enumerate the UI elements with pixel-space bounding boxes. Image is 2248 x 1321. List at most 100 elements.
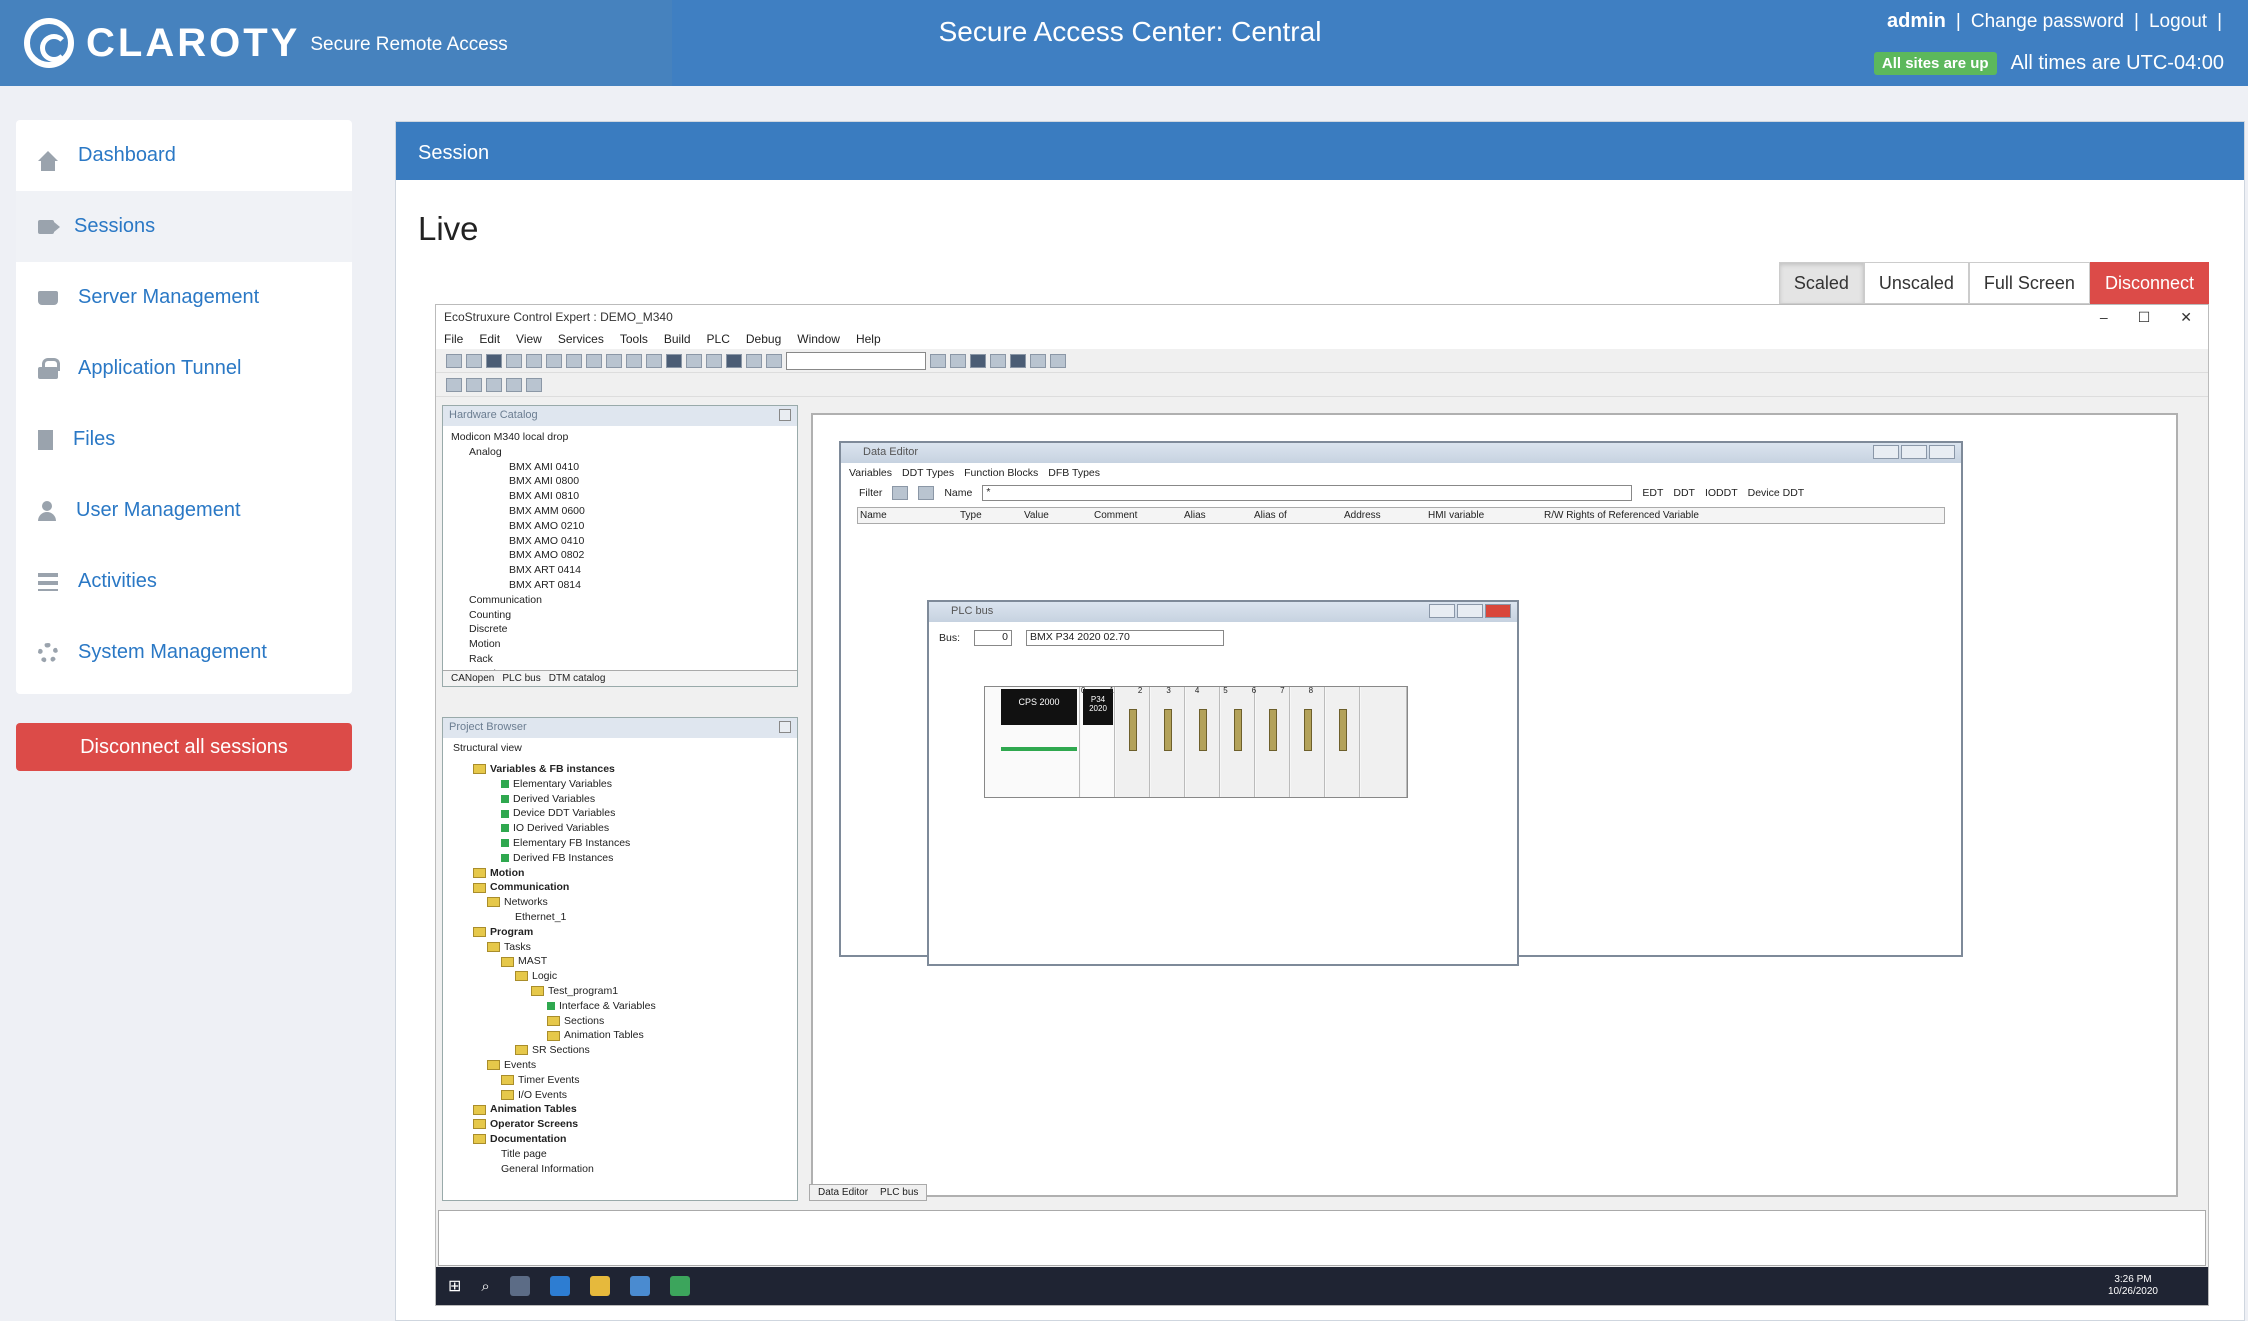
- tab-ddt-types[interactable]: DDT Types: [902, 467, 954, 479]
- tree-node[interactable]: Derived Variables: [451, 792, 789, 807]
- tree-node[interactable]: Variables & FB instances: [451, 762, 789, 777]
- column-header[interactable]: Alias of: [1252, 508, 1342, 523]
- tree-node[interactable]: BMX AMO 0802: [451, 548, 789, 563]
- menu-services[interactable]: Services: [558, 332, 604, 346]
- column-header[interactable]: Name: [858, 508, 958, 523]
- hierarchy-icon[interactable]: [466, 377, 482, 392]
- zoom-icon[interactable]: [526, 377, 542, 392]
- bus-number-input[interactable]: 0: [974, 630, 1013, 646]
- animation-icon[interactable]: [746, 353, 762, 368]
- rack-slot[interactable]: [1326, 687, 1360, 797]
- rack-slot[interactable]: [1116, 687, 1150, 797]
- tree-node[interactable]: Device DDT Variables: [451, 806, 789, 821]
- menu-tools[interactable]: Tools: [620, 332, 648, 346]
- control-expert-icon[interactable]: [669, 1276, 690, 1296]
- tree-node[interactable]: BMX ART 0814: [451, 578, 789, 593]
- redo-icon[interactable]: [606, 353, 622, 368]
- menu-window[interactable]: Window: [797, 332, 840, 346]
- tree-node[interactable]: Motion: [451, 866, 789, 881]
- tree-node[interactable]: BMX AMI 0800: [451, 474, 789, 489]
- full-screen-button[interactable]: Full Screen: [1968, 262, 2090, 304]
- tree-node[interactable]: General Information: [451, 1162, 789, 1177]
- disconnect-all-sessions-button[interactable]: Disconnect all sessions: [16, 723, 352, 771]
- tree-node[interactable]: Communication: [451, 593, 789, 608]
- cut-icon[interactable]: [526, 353, 542, 368]
- rows-icon[interactable]: [506, 377, 522, 392]
- maximize-icon[interactable]: ☐: [2138, 309, 2151, 326]
- column-header[interactable]: Address: [1342, 508, 1426, 523]
- close-icon[interactable]: [779, 409, 791, 421]
- toolbar-combo[interactable]: [786, 351, 926, 370]
- tree-node[interactable]: Timer Events: [451, 1073, 789, 1088]
- zoom-in-icon[interactable]: [930, 353, 946, 368]
- tree-node[interactable]: Networks: [451, 895, 789, 910]
- tree-node[interactable]: BMX AMM 0600: [451, 504, 789, 519]
- column-header[interactable]: Comment: [1092, 508, 1182, 523]
- maximize-icon[interactable]: [1901, 445, 1927, 459]
- column-header[interactable]: Alias: [1182, 508, 1252, 523]
- maximize-icon[interactable]: [1457, 604, 1483, 618]
- help-icon[interactable]: [1050, 353, 1066, 368]
- logout-link[interactable]: Logout: [2149, 11, 2207, 33]
- tree-node[interactable]: Logic: [451, 969, 789, 984]
- search-icon[interactable]: ⌕: [481, 1278, 489, 1295]
- tree-node[interactable]: MAST: [451, 954, 789, 969]
- tree-node[interactable]: I/O Events: [451, 1088, 789, 1103]
- tree-node[interactable]: Interface & Variables: [451, 999, 789, 1014]
- sidebar-item-dashboard[interactable]: Dashboard: [16, 120, 352, 191]
- minimize-icon[interactable]: [1429, 604, 1455, 618]
- task-view-icon[interactable]: [509, 1276, 530, 1296]
- analyze-icon[interactable]: [626, 353, 642, 368]
- rack-slot[interactable]: [1221, 687, 1255, 797]
- tree-node[interactable]: Elementary FB Instances: [451, 836, 789, 851]
- menu-build[interactable]: Build: [664, 332, 691, 346]
- change-password-link[interactable]: Change password: [1971, 11, 2124, 33]
- plc-rack[interactable]: CPS 2000 P34 2020 0 1 2 3 4 5 6 7 8: [984, 686, 1408, 798]
- app-icon[interactable]: [629, 1276, 650, 1296]
- menu-plc[interactable]: PLC: [707, 332, 730, 346]
- undo-icon[interactable]: [586, 353, 602, 368]
- transfer-icon[interactable]: [686, 353, 702, 368]
- plc-bus-window[interactable]: PLC bus Bus: 0 BMX P34 2020 02.70 CPS 20…: [927, 600, 1519, 966]
- ddt-checkbox[interactable]: DDT: [1673, 487, 1695, 499]
- menu-help[interactable]: Help: [856, 332, 881, 346]
- name-filter-input[interactable]: *: [982, 485, 1633, 501]
- tree-node[interactable]: Motion: [451, 637, 789, 652]
- find-icon[interactable]: [766, 353, 782, 368]
- column-header[interactable]: R/W Rights of Referenced Variable: [1542, 508, 1944, 523]
- tree-node[interactable]: Sections: [451, 1014, 789, 1029]
- zoom-out-icon[interactable]: [950, 353, 966, 368]
- minimize-icon[interactable]: –: [2100, 309, 2108, 326]
- menu-debug[interactable]: Debug: [746, 332, 781, 346]
- tree-node[interactable]: Ethernet_1: [451, 910, 789, 925]
- scaled-button[interactable]: Scaled: [1778, 262, 1864, 304]
- filter-icon[interactable]: [892, 486, 909, 500]
- unscaled-button[interactable]: Unscaled: [1863, 262, 1969, 304]
- tree-node[interactable]: Animation Tables: [451, 1028, 789, 1043]
- tree-node[interactable]: BMX AMI 0410: [451, 460, 789, 475]
- cpu-select[interactable]: BMX P34 2020 02.70: [1026, 630, 1225, 646]
- tree-node[interactable]: Events: [451, 1058, 789, 1073]
- tree-node[interactable]: SR Sections: [451, 1043, 789, 1058]
- tab-data-editor[interactable]: Data Editor: [818, 1187, 868, 1198]
- hardware-tree[interactable]: Modicon M340 local drop Analog BMX AMI 0…: [443, 426, 797, 686]
- output-pane[interactable]: [438, 1210, 2206, 1266]
- tree-node[interactable]: Documentation: [451, 1132, 789, 1147]
- tab-dtm-catalog[interactable]: DTM catalog: [549, 673, 606, 684]
- tree-node[interactable]: Discrete: [451, 622, 789, 637]
- remote-desktop-view[interactable]: EcoStruxure Control Expert : DEMO_M340 –…: [435, 304, 2209, 1306]
- edt-checkbox[interactable]: EDT: [1642, 487, 1663, 499]
- tree-node[interactable]: Analog: [451, 445, 789, 460]
- column-header[interactable]: HMI variable: [1426, 508, 1542, 523]
- column-header[interactable]: Value: [1022, 508, 1092, 523]
- columns-icon[interactable]: [486, 377, 502, 392]
- tree-node[interactable]: BMX AMO 0410: [451, 534, 789, 549]
- menu-file[interactable]: File: [444, 332, 463, 346]
- close-icon[interactable]: [1929, 445, 1955, 459]
- power-supply-module[interactable]: CPS 2000: [985, 687, 1080, 797]
- tree-node[interactable]: Program: [451, 925, 789, 940]
- device-ddt-checkbox[interactable]: Device DDT: [1748, 487, 1805, 499]
- close-icon[interactable]: [1485, 604, 1511, 618]
- system-clock[interactable]: 3:26 PM 10/26/2020: [2108, 1274, 2208, 1298]
- tree-node[interactable]: Counting: [451, 608, 789, 623]
